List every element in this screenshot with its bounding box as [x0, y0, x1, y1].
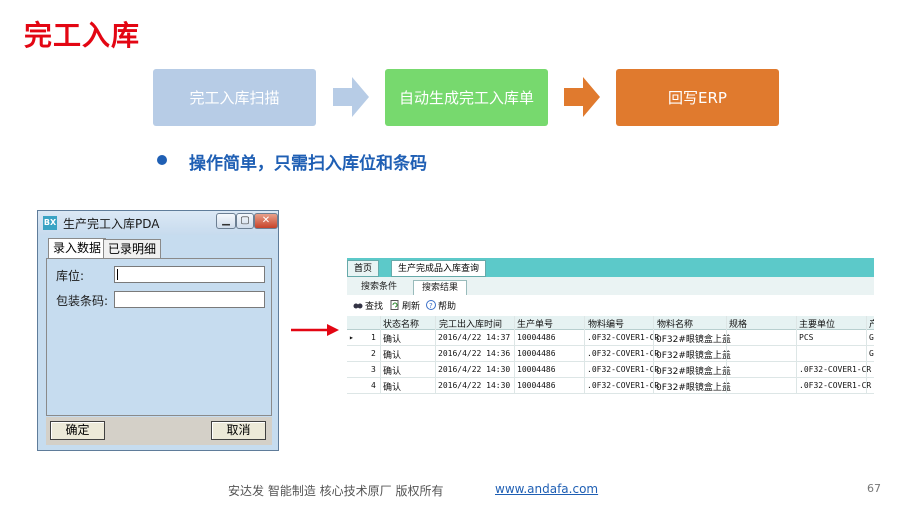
- bullet-dot-icon: [157, 155, 167, 165]
- row-number: 1: [371, 333, 376, 342]
- col-spec[interactable]: 规格: [729, 317, 747, 330]
- cell-order: 10004486: [517, 381, 556, 390]
- erp-query-grid: 首页 生产完成品入库查询 搜索条件 搜索结果 查找 刷新 ? 帮助 状态名称 完…: [347, 258, 874, 394]
- cell-name: 0F32#眼镜盒上盖: [656, 383, 731, 393]
- cell-order: 10004486: [517, 333, 556, 342]
- col-unit[interactable]: 主要单位: [799, 317, 835, 330]
- cell-status: 确认: [383, 335, 402, 345]
- row-number: 2: [371, 349, 376, 358]
- column-divider: [435, 316, 436, 394]
- col-extra[interactable]: 产: [869, 317, 874, 330]
- column-divider: [584, 316, 585, 394]
- column-divider: [796, 316, 797, 394]
- page-number: 67: [867, 482, 881, 495]
- cell-status: 确认: [383, 383, 402, 393]
- close-icon: ✕: [261, 215, 271, 226]
- cell-code: .0F32-COVER1-CR: [587, 365, 660, 374]
- pda-titlebar[interactable]: BX 生产完工入库PDA ▁ ▢ ✕: [38, 211, 278, 235]
- tab-records[interactable]: 已录明细: [103, 239, 162, 258]
- binoculars-icon: [353, 303, 363, 309]
- barcode-label: 包装条码:: [56, 294, 109, 308]
- column-divider: [653, 316, 654, 394]
- subtab-search-results[interactable]: 搜索结果: [413, 280, 468, 295]
- flow-arrow-icon: [333, 77, 369, 117]
- cell-unit: .0F32-COVER1-CR: [799, 365, 872, 374]
- footer-copyright: 安达发 智能制造 核心技术原厂 版权所有: [228, 484, 444, 498]
- cell-time: 2016/4/22 14:36: [438, 349, 511, 358]
- location-input[interactable]: [114, 266, 265, 283]
- cancel-button[interactable]: 取消: [211, 421, 266, 440]
- row-number: 3: [371, 365, 376, 374]
- flow-arrow-icon: [564, 77, 600, 117]
- slide-title: 完工入库: [24, 19, 141, 52]
- column-divider: [514, 316, 515, 394]
- cell-code: .0F32-COVER1-CR: [587, 333, 660, 342]
- tab-entry[interactable]: 录入数据: [48, 238, 107, 258]
- cell-time: 2016/4/22 14:30: [438, 365, 511, 374]
- cell-order: 10004486: [517, 365, 556, 374]
- col-order[interactable]: 生产单号: [517, 317, 553, 330]
- column-divider: [726, 316, 727, 394]
- col-time[interactable]: 完工出入库时间: [439, 317, 502, 330]
- cell-time: 2016/4/22 14:30: [438, 381, 511, 390]
- cell-extra: G: [869, 333, 874, 342]
- text-caret: [117, 269, 118, 280]
- col-name[interactable]: 物料名称: [657, 317, 693, 330]
- minimize-icon: ▁: [222, 215, 230, 226]
- pda-window: BX 生产完工入库PDA ▁ ▢ ✕ 录入数据 已录明细 库位: 包装条码: 确…: [37, 210, 279, 451]
- maximize-button[interactable]: ▢: [236, 213, 254, 229]
- col-status[interactable]: 状态名称: [383, 317, 419, 330]
- cell-extra: G: [869, 349, 874, 358]
- cell-name: 0F32#眼镜盒上盖: [656, 367, 731, 377]
- row-selector-icon: ▸: [349, 333, 354, 342]
- cell-status: 确认: [383, 351, 402, 361]
- close-button[interactable]: ✕: [254, 213, 278, 229]
- cell-code: .0F32-COVER1-CR: [587, 381, 660, 390]
- col-code[interactable]: 物料编号: [588, 317, 624, 330]
- cell-code: .0F32-COVER1-CR: [587, 349, 660, 358]
- cell-order: 10004486: [517, 349, 556, 358]
- barcode-input[interactable]: [114, 291, 265, 308]
- flow-step-scan: 完工入库扫描: [153, 69, 316, 126]
- maximize-icon: ▢: [240, 215, 250, 226]
- cell-status: 确认: [383, 367, 402, 377]
- cell-name: 0F32#眼镜盒上盖: [656, 335, 731, 345]
- cell-unit: PCS: [799, 333, 814, 342]
- tab-inbound-query[interactable]: 生产完成品入库查询: [391, 260, 487, 277]
- confirm-button[interactable]: 确定: [50, 421, 105, 440]
- footer-website-link[interactable]: www.andafa.com: [495, 482, 598, 496]
- help-icon: ?: [426, 300, 436, 310]
- column-divider: [866, 316, 867, 394]
- flow-step-generate: 自动生成完工入库单: [385, 69, 548, 126]
- minimize-button[interactable]: ▁: [216, 213, 236, 229]
- location-label: 库位:: [56, 269, 85, 283]
- subtab-search-conditions[interactable]: 搜索条件: [353, 280, 405, 295]
- refresh-icon: [390, 300, 399, 310]
- column-divider: [380, 316, 381, 394]
- tab-home[interactable]: 首页: [347, 260, 380, 277]
- flow-step-writeback: 回写ERP: [616, 69, 779, 126]
- svg-text:?: ?: [429, 302, 433, 310]
- pointer-arrow-icon: [291, 324, 339, 336]
- app-icon: BX: [43, 216, 57, 230]
- cell-unit: .0F32-COVER1-CR: [799, 381, 872, 390]
- refresh-button[interactable]: 刷新: [402, 299, 420, 312]
- row-number: 4: [371, 381, 376, 390]
- cell-name: 0F32#眼镜盒上盖: [656, 351, 731, 361]
- cell-time: 2016/4/22 14:37: [438, 333, 511, 342]
- bullet-text: 操作简单，只需扫入库位和条码: [189, 154, 427, 174]
- find-button[interactable]: 查找: [365, 299, 383, 312]
- help-button[interactable]: 帮助: [438, 299, 456, 312]
- pda-window-title: 生产完工入库PDA: [63, 217, 160, 231]
